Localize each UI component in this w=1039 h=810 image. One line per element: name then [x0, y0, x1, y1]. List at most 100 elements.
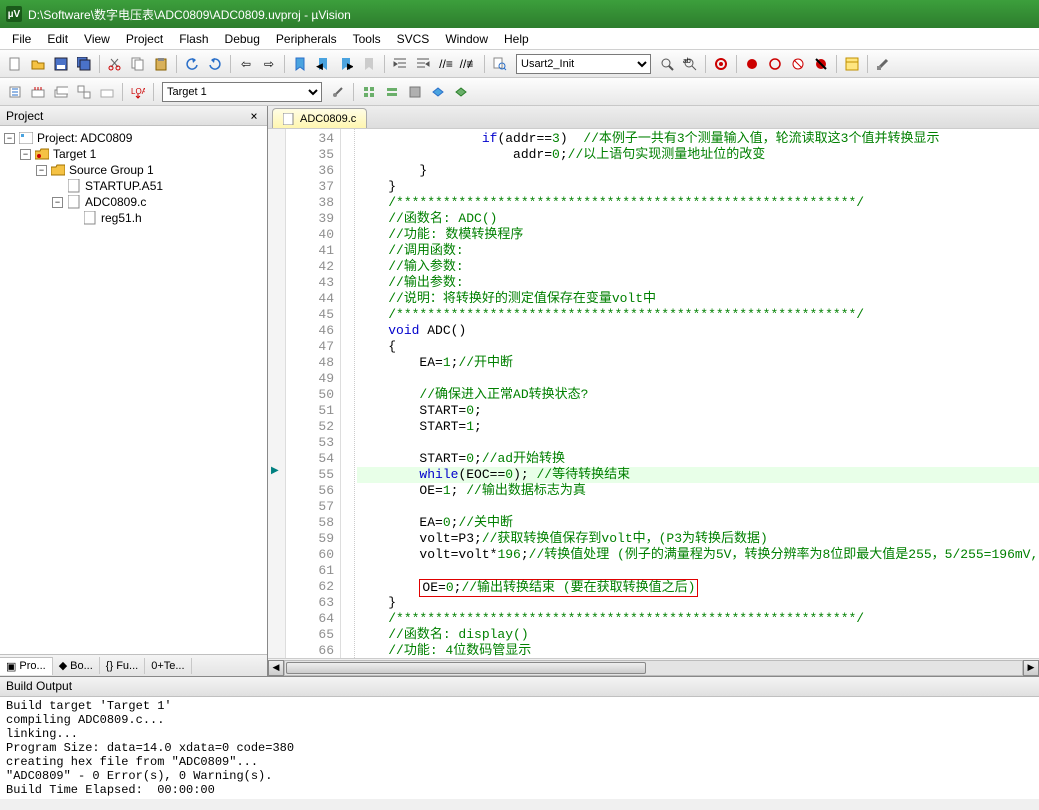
cut-button[interactable]	[104, 53, 126, 75]
folder-icon	[50, 163, 66, 177]
build-button[interactable]	[27, 81, 49, 103]
line-number-gutter: 3435363738394041424344454647484950515253…	[286, 129, 341, 658]
horizontal-scrollbar[interactable]: ◀ ▶	[268, 658, 1039, 676]
project-tree[interactable]: − Project: ADC0809 − Target 1 − Source G…	[0, 126, 267, 654]
menu-bar: File Edit View Project Flash Debug Perip…	[0, 28, 1039, 50]
breakpoint-enable-button[interactable]	[764, 53, 786, 75]
scroll-right-button[interactable]: ▶	[1023, 660, 1039, 676]
undo-button[interactable]	[181, 53, 203, 75]
file-icon	[283, 113, 295, 125]
menu-project[interactable]: Project	[118, 30, 171, 48]
editor-body[interactable]: 3435363738394041424344454647484950515253…	[268, 128, 1039, 658]
tree-file-reg51[interactable]: reg51.h	[2, 210, 265, 226]
scroll-left-button[interactable]: ◀	[268, 660, 284, 676]
find-combo[interactable]: Usart2_Init	[516, 54, 651, 74]
tab-project[interactable]: ▣Pro...	[0, 657, 53, 675]
tree-group[interactable]: − Source Group 1	[2, 162, 265, 178]
bookmark-next-button[interactable]: ▶	[335, 53, 357, 75]
toolbar-build: LOAD Target 1	[0, 78, 1039, 106]
project-tab-icon: ▣	[6, 660, 16, 673]
comment-button[interactable]: //≡	[435, 53, 457, 75]
menu-flash[interactable]: Flash	[171, 30, 216, 48]
target-select[interactable]: Target 1	[162, 82, 322, 102]
save-button[interactable]	[50, 53, 72, 75]
editor-tab-adc0809[interactable]: ADC0809.c	[272, 108, 367, 128]
tree-file-adc0809[interactable]: − ADC0809.c	[2, 194, 265, 210]
paste-button[interactable]	[150, 53, 172, 75]
breakpoint-disable-button[interactable]	[787, 53, 809, 75]
menu-peripherals[interactable]: Peripherals	[268, 30, 345, 48]
menu-help[interactable]: Help	[496, 30, 537, 48]
svg-text:▶: ▶	[347, 61, 353, 71]
configure-button[interactable]	[872, 53, 894, 75]
find-button[interactable]	[656, 53, 678, 75]
nav-fwd-button[interactable]: ⇨	[258, 53, 280, 75]
indent-button[interactable]	[389, 53, 411, 75]
menu-view[interactable]: View	[76, 30, 118, 48]
rebuild-button[interactable]	[50, 81, 72, 103]
expand-icon[interactable]: −	[4, 133, 15, 144]
debug-button[interactable]	[710, 53, 732, 75]
redo-button[interactable]	[204, 53, 226, 75]
new-file-button[interactable]	[4, 53, 26, 75]
expand-icon[interactable]: −	[20, 149, 31, 160]
tab-books[interactable]: ◆Bo...	[53, 657, 100, 674]
menu-tools[interactable]: Tools	[345, 30, 389, 48]
download-button[interactable]: LOAD	[127, 81, 149, 103]
open-file-button[interactable]	[27, 53, 49, 75]
build-output-panel: Build Output Build target 'Target 1' com…	[0, 676, 1039, 799]
expand-icon[interactable]: −	[36, 165, 47, 176]
find-in-files-button[interactable]	[489, 53, 511, 75]
outdent-button[interactable]	[412, 53, 434, 75]
manage-books-button[interactable]	[404, 81, 426, 103]
bookmark-prev-button[interactable]: ◀	[312, 53, 334, 75]
target-options-button[interactable]	[327, 81, 349, 103]
file-icon	[82, 211, 98, 225]
menu-file[interactable]: File	[4, 30, 39, 48]
menu-edit[interactable]: Edit	[39, 30, 76, 48]
manage-project-button[interactable]	[358, 81, 380, 103]
tree-target[interactable]: − Target 1	[2, 146, 265, 162]
window-layout-button[interactable]	[841, 53, 863, 75]
tree-file-startup[interactable]: STARTUP.A51	[2, 178, 265, 194]
toolbar-standard: ⇦ ⇨ ◀ ▶ //≡ //≢ Usart2_Init ab	[0, 50, 1039, 78]
editor-tab-bar: ADC0809.c	[268, 106, 1039, 128]
bookmark-button[interactable]	[289, 53, 311, 75]
manage-components-button[interactable]	[427, 81, 449, 103]
nav-back-button[interactable]: ⇦	[235, 53, 257, 75]
save-all-button[interactable]	[73, 53, 95, 75]
tree-root[interactable]: − Project: ADC0809	[2, 130, 265, 146]
project-panel-title: Project	[6, 109, 43, 123]
menu-debug[interactable]: Debug	[217, 30, 268, 48]
manage-rte-button[interactable]	[450, 81, 472, 103]
menu-svcs[interactable]: SVCS	[389, 30, 438, 48]
scroll-thumb[interactable]	[286, 662, 646, 674]
uncomment-button[interactable]: //≢	[458, 53, 480, 75]
breakpoint-gutter[interactable]	[268, 129, 286, 658]
copy-button[interactable]	[127, 53, 149, 75]
target-icon	[34, 147, 50, 161]
code-text[interactable]: if(addr==3) //本例子一共有3个测量输入值，轮流读取这3个值并转换显…	[355, 129, 1039, 658]
tab-functions[interactable]: {} Fu...	[100, 658, 145, 674]
stop-build-button[interactable]	[96, 81, 118, 103]
fold-gutter[interactable]	[341, 129, 355, 658]
tree-file-label: ADC0809.c	[85, 195, 146, 209]
expand-icon[interactable]: −	[52, 197, 63, 208]
batch-build-button[interactable]	[73, 81, 95, 103]
bookmark-clear-button[interactable]	[358, 53, 380, 75]
translate-button[interactable]	[4, 81, 26, 103]
breakpoint-kill-button[interactable]	[810, 53, 832, 75]
project-panel: Project × − Project: ADC0809 − Target 1 …	[0, 106, 268, 676]
breakpoint-insert-button[interactable]	[741, 53, 763, 75]
tree-file-label: reg51.h	[101, 211, 142, 225]
app-icon: µV	[6, 6, 22, 22]
tab-templates[interactable]: 0+Te...	[145, 658, 191, 674]
project-panel-close-button[interactable]: ×	[247, 109, 261, 123]
menu-window[interactable]: Window	[437, 30, 496, 48]
svg-text:◀: ◀	[316, 61, 323, 71]
build-output-body[interactable]: Build target 'Target 1' compiling ADC080…	[0, 697, 1039, 799]
manage-multi-button[interactable]	[381, 81, 403, 103]
tree-file-label: STARTUP.A51	[85, 179, 163, 193]
scroll-track[interactable]	[284, 660, 1023, 676]
incremental-find-button[interactable]: ab	[679, 53, 701, 75]
